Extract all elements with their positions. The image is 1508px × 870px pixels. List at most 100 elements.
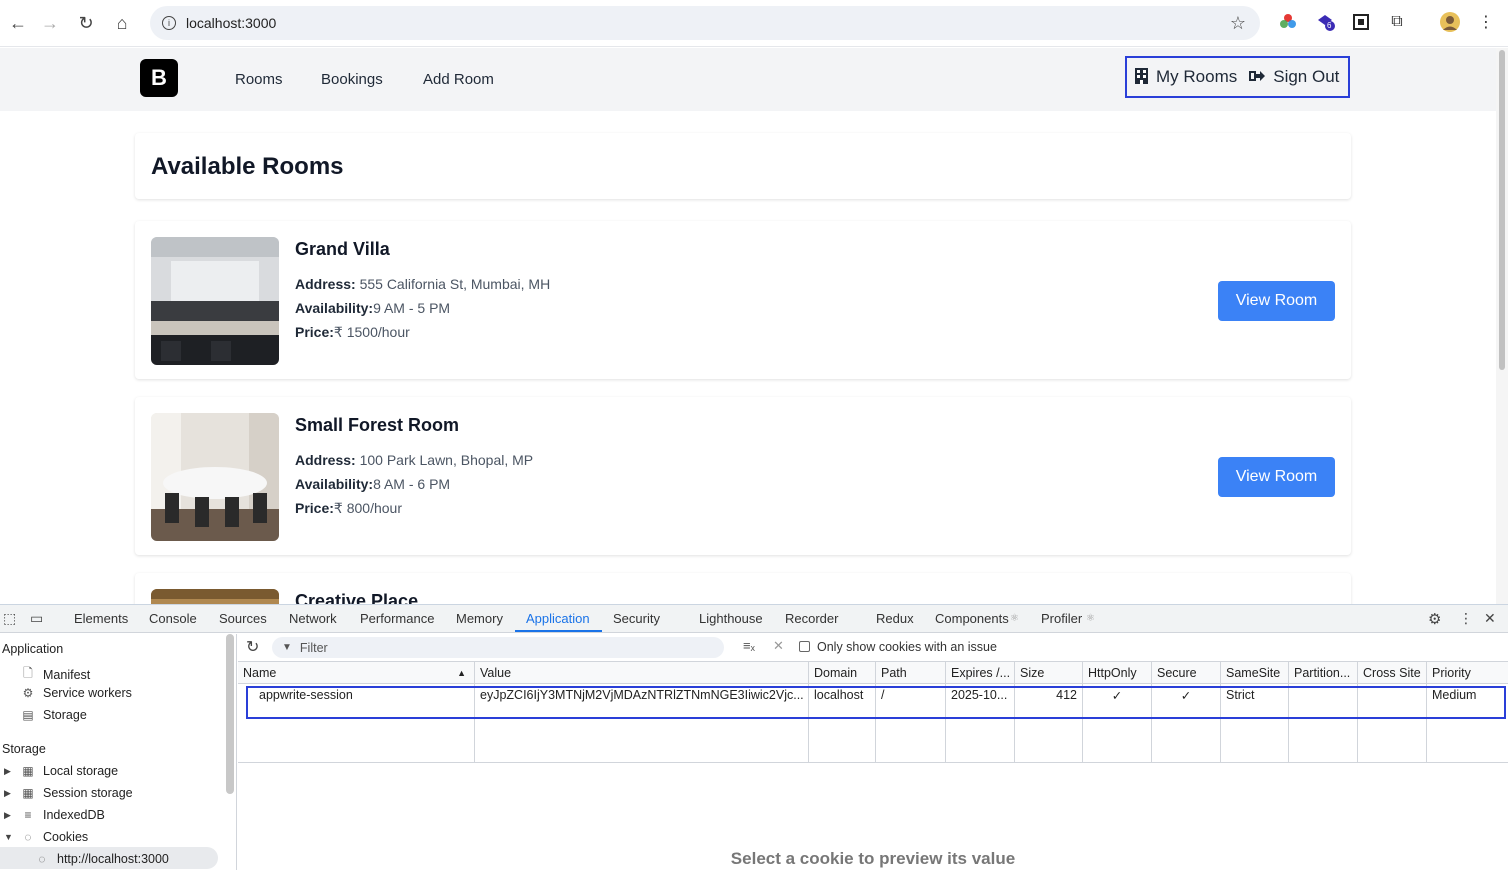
table-icon: ▦	[22, 786, 34, 800]
sidebar-scrollbar[interactable]	[226, 634, 234, 794]
sidebar-item-label: Session storage	[43, 786, 133, 800]
sidebar-item-session-storage[interactable]: ▶ ▦ Session storage	[4, 786, 133, 800]
extensions-puzzle-icon[interactable]: ⧉	[1386, 11, 1408, 33]
sidebar-item-indexeddb[interactable]: ▶ ≡ IndexedDB	[4, 808, 105, 822]
sidebar-item-label: IndexedDB	[43, 808, 105, 822]
only-issues-label: Only show cookies with an issue	[817, 640, 997, 654]
table-icon: ▦	[22, 764, 34, 778]
tab-profiler[interactable]: Profiler	[1041, 611, 1082, 626]
sidebar-item-label: Service workers	[43, 686, 132, 700]
sidebar-item-cookies[interactable]: ▼ ◌ Cookies	[4, 830, 89, 844]
page-title: Available Rooms	[151, 153, 344, 180]
sidebar-item-label: Cookies	[43, 830, 89, 844]
tab-elements[interactable]: Elements	[74, 611, 128, 626]
cookie-preview-placeholder: Select a cookie to preview its value	[730, 849, 1016, 868]
room-card: Creative Place	[135, 573, 1351, 604]
room-card: Small Forest Room Address: 100 Park Lawn…	[135, 397, 1351, 555]
sidebar-item-service-workers[interactable]: ⚙ Service workers	[20, 686, 132, 700]
column-header-value[interactable]: Value	[475, 662, 809, 684]
tab-memory[interactable]: Memory	[456, 611, 503, 626]
database-icon: ≡	[24, 808, 32, 822]
collapse-triangle-icon[interactable]: ▼	[4, 832, 13, 842]
room-name: Creative Place	[295, 591, 419, 604]
color-extension-icon[interactable]	[1277, 11, 1299, 33]
scrollbar-thumb[interactable]	[1499, 50, 1505, 370]
room-image	[151, 237, 279, 365]
tab-application[interactable]: Application	[526, 611, 590, 626]
back-icon[interactable]: ←	[0, 5, 36, 41]
sign-out-button[interactable]: Sign Out	[1273, 67, 1339, 87]
tab-security[interactable]: Security	[613, 611, 660, 626]
tab-redux[interactable]: Redux	[876, 611, 914, 626]
expand-triangle-icon[interactable]: ▶	[4, 788, 11, 799]
forward-icon[interactable]: →	[32, 5, 68, 41]
delete-selected-icon[interactable]: ✕	[773, 638, 784, 654]
site-info-icon[interactable]: i	[162, 16, 176, 30]
react-atom-icon: ⚛	[1086, 613, 1095, 624]
tab-sources[interactable]: Sources	[219, 611, 267, 626]
gear-icon[interactable]: ⚙	[1428, 610, 1441, 628]
column-header-secure[interactable]: Secure	[1152, 662, 1221, 684]
page-header-card: Available Rooms	[135, 133, 1351, 199]
devtools-panel: ⬚ ▭ Elements Console Sources Network Per…	[0, 604, 1508, 870]
tab-recorder[interactable]: Recorder	[785, 611, 838, 626]
cookies-toolbar: ↻ ▼ Filter ≡ₓ ✕ Only show cookies with a…	[238, 634, 1508, 662]
screen-capture-icon[interactable]	[1350, 11, 1372, 33]
devtools-more-icon[interactable]: ⋮	[1459, 610, 1473, 627]
clear-all-cookies-icon[interactable]: ≡ₓ	[743, 638, 755, 653]
tab-lighthouse[interactable]: Lighthouse	[699, 611, 763, 626]
room-availability: Availability:8 AM - 6 PM	[295, 476, 451, 492]
sidebar-item-cookie-origin[interactable]: ◌ http://localhost:3000	[34, 852, 168, 866]
sidebar-item-storage[interactable]: ▤ Storage	[20, 708, 86, 722]
refresh-icon[interactable]: ↻	[246, 637, 259, 657]
filter-input[interactable]: ▼ Filter	[272, 637, 724, 658]
filter-icon: ▼	[282, 642, 292, 653]
view-room-button[interactable]: View Room	[1218, 281, 1335, 321]
app-logo[interactable]: B	[140, 59, 178, 97]
my-rooms-link[interactable]: My Rooms	[1156, 67, 1237, 87]
nav-add-room-link[interactable]: Add Room	[423, 71, 494, 88]
nav-rooms-link[interactable]: Rooms	[235, 71, 283, 88]
view-room-button[interactable]: View Room	[1218, 457, 1335, 497]
device-toolbar-icon[interactable]: ▭	[30, 610, 43, 627]
page-scrollbar[interactable]	[1496, 48, 1508, 604]
bookmark-star-icon[interactable]: ☆	[1230, 13, 1246, 34]
room-image	[151, 589, 279, 604]
sidebar-item-local-storage[interactable]: ▶ ▦ Local storage	[4, 764, 119, 778]
only-issues-checkbox[interactable]	[799, 641, 810, 652]
tab-network[interactable]: Network	[289, 611, 337, 626]
column-header-partition[interactable]: Partition...	[1289, 662, 1358, 684]
tab-performance[interactable]: Performance	[360, 611, 434, 626]
app-navbar: B Rooms Bookings Add Room My Rooms Sign …	[0, 48, 1496, 111]
column-header-expires[interactable]: Expires /...	[946, 662, 1015, 684]
profile-avatar[interactable]	[1439, 11, 1461, 33]
column-header-priority[interactable]: Priority	[1427, 662, 1508, 684]
table-bottom-border	[238, 762, 1508, 763]
column-header-name[interactable]: Name ▲	[238, 662, 475, 684]
address-bar[interactable]: i localhost:3000 ☆	[150, 6, 1260, 40]
filter-placeholder: Filter	[299, 640, 328, 655]
column-header-domain[interactable]: Domain	[809, 662, 876, 684]
column-header-cross-site[interactable]: Cross Site	[1358, 662, 1427, 684]
column-header-size[interactable]: Size	[1015, 662, 1083, 684]
reload-icon[interactable]: ↻	[68, 5, 104, 41]
nav-bookings-link[interactable]: Bookings	[321, 71, 383, 88]
sidebar-item-label: Local storage	[43, 764, 119, 778]
sidebar-item-manifest[interactable]: 🗋 Manifest	[20, 664, 90, 685]
selected-cookie-row-highlight[interactable]	[246, 686, 1506, 719]
room-address: Address: 555 California St, Mumbai, MH	[295, 276, 551, 292]
home-icon[interactable]: ⌂	[104, 5, 140, 41]
column-header-httponly[interactable]: HttpOnly	[1083, 662, 1152, 684]
room-name: Small Forest Room	[295, 415, 460, 435]
expand-triangle-icon[interactable]: ▶	[4, 766, 11, 777]
browser-menu-icon[interactable]: ⋮	[1475, 11, 1497, 33]
column-header-path[interactable]: Path	[876, 662, 946, 684]
extension-badge-icon[interactable]: 6	[1314, 11, 1336, 33]
inspect-element-icon[interactable]: ⬚	[3, 610, 16, 627]
tab-components[interactable]: Components	[935, 611, 1009, 626]
expand-triangle-icon[interactable]: ▶	[4, 810, 11, 821]
tab-console[interactable]: Console	[149, 611, 197, 626]
close-icon[interactable]: ✕	[1484, 610, 1496, 627]
room-card: Grand Villa Address: 555 California St, …	[135, 221, 1351, 379]
column-header-samesite[interactable]: SameSite	[1221, 662, 1289, 684]
